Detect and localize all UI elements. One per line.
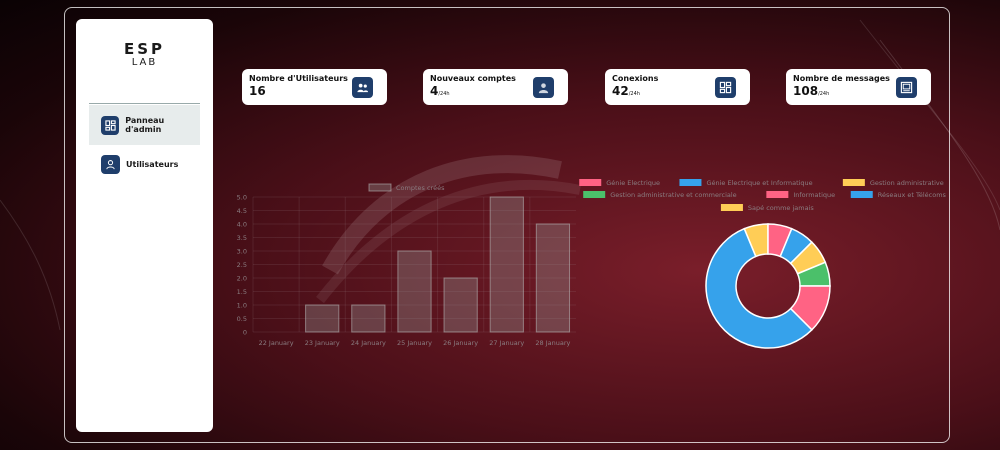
donut-legend-swatch[interactable] [579,179,602,186]
donut-legend-swatch[interactable] [720,204,743,211]
donut-legend-label[interactable]: Réseaux et Télécoms [878,191,947,199]
donut-legend-swatch[interactable] [850,191,873,198]
donut-legend-label[interactable]: Génie Electrique et Informatique [706,179,812,187]
donut-legend-label[interactable]: Sapé comme jamais [748,204,814,212]
donut-legend-label[interactable]: Gestion administrative [870,179,944,187]
donut-legend-label[interactable]: Informatique [793,191,835,199]
donut-legend-label[interactable]: Génie Electrique [606,179,660,187]
donut-legend-swatch[interactable] [766,191,789,198]
donut-legend-swatch[interactable] [583,191,606,198]
donut-legend-swatch[interactable] [842,179,865,186]
donut-chart: Génie Electrique Génie Electrique et Info… [579,179,947,349]
donut-legend-swatch[interactable] [679,179,702,186]
donut-legend-label[interactable]: Gestion administrative et commerciale [610,191,737,199]
